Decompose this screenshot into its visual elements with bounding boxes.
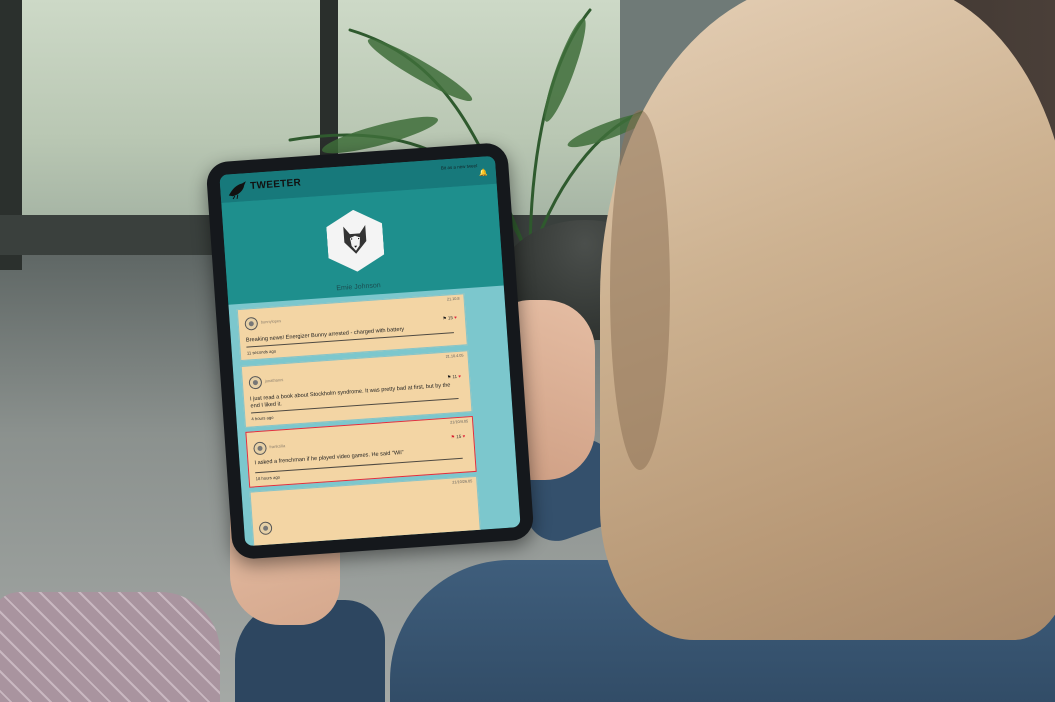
- tweet-header: jonathanni: [248, 363, 448, 390]
- photo-scene: TWEETER Bit as a new tweet 🔔 Emie Johnso…: [0, 0, 1055, 702]
- profile-header: Emie Johnson: [221, 183, 504, 305]
- quilted-cushion: [0, 592, 220, 702]
- heart-icon[interactable]: ♥: [454, 315, 457, 320]
- tweet-date: 21.10.4.05: [445, 353, 464, 359]
- tweet-header: bunnylopes: [244, 304, 444, 331]
- app-logo-text[interactable]: TWEETER: [250, 177, 302, 192]
- tablet-device: TWEETER Bit as a new tweet 🔔 Emie Johnso…: [205, 141, 535, 561]
- tweet-header: [258, 508, 459, 536]
- tweet-username[interactable]: bunnylopes: [261, 318, 282, 324]
- new-tweet-link[interactable]: Bit as a new tweet: [441, 163, 478, 171]
- tweet-actions: ⚑ 15 ♥: [451, 434, 466, 441]
- flag-icon[interactable]: ⚑: [442, 316, 446, 321]
- tweet-date: 21/10/4.05: [450, 419, 469, 425]
- heart-icon[interactable]: ♥: [462, 434, 465, 439]
- husky-icon: [340, 223, 370, 257]
- flag-icon[interactable]: ⚑: [451, 434, 455, 439]
- tablet-screen: TWEETER Bit as a new tweet 🔔 Emie Johnso…: [219, 155, 521, 547]
- tweet-username[interactable]: frankzilla: [269, 443, 285, 449]
- hair-shadow: [610, 110, 670, 470]
- crow-logo-icon: [228, 181, 246, 200]
- like-count: 15: [456, 433, 462, 440]
- user-avatar-icon[interactable]: [248, 375, 263, 390]
- heart-icon[interactable]: ♥: [458, 374, 461, 379]
- tweet-card[interactable]: 21/10/26.05: [249, 475, 482, 547]
- tweet-date: 21.10.8: [446, 296, 460, 302]
- user-avatar-icon[interactable]: [244, 316, 259, 331]
- tweet-time: 4 hours ago: [251, 414, 274, 422]
- tweet-time: 18 hours ago: [255, 474, 281, 482]
- like-count: 15: [447, 315, 454, 321]
- tweet-actions: ⚑ 15 ♥: [442, 315, 457, 322]
- tweet-actions: ⚑ 11 ♥: [447, 374, 461, 381]
- like-count: 11: [452, 373, 458, 380]
- user-avatar-icon[interactable]: [253, 441, 267, 456]
- tweet-feed: 21.10.8 bunnylopes ⚑ 15 ♥ Breaking news!…: [228, 285, 521, 547]
- avatar[interactable]: [325, 208, 385, 274]
- user-avatar-icon[interactable]: [258, 521, 273, 536]
- tweet-card-flagged[interactable]: 21/10/4.05 frankzilla ⚑ 15 ♥ I asked a f…: [245, 415, 477, 488]
- tweet-time: 11 seconds ago: [246, 348, 277, 356]
- tweet-date: 21/10/26.05: [452, 479, 473, 485]
- bell-icon[interactable]: 🔔: [479, 168, 488, 177]
- tweet-card[interactable]: 21.10.4.05 jonathanni ⚑ 11 ♥ I just read…: [240, 350, 473, 428]
- tweet-card[interactable]: 21.10.8 bunnylopes ⚑ 15 ♥ Breaking news!…: [236, 293, 468, 362]
- flag-icon[interactable]: ⚑: [447, 374, 451, 379]
- tweet-username[interactable]: jonathanni: [265, 377, 284, 383]
